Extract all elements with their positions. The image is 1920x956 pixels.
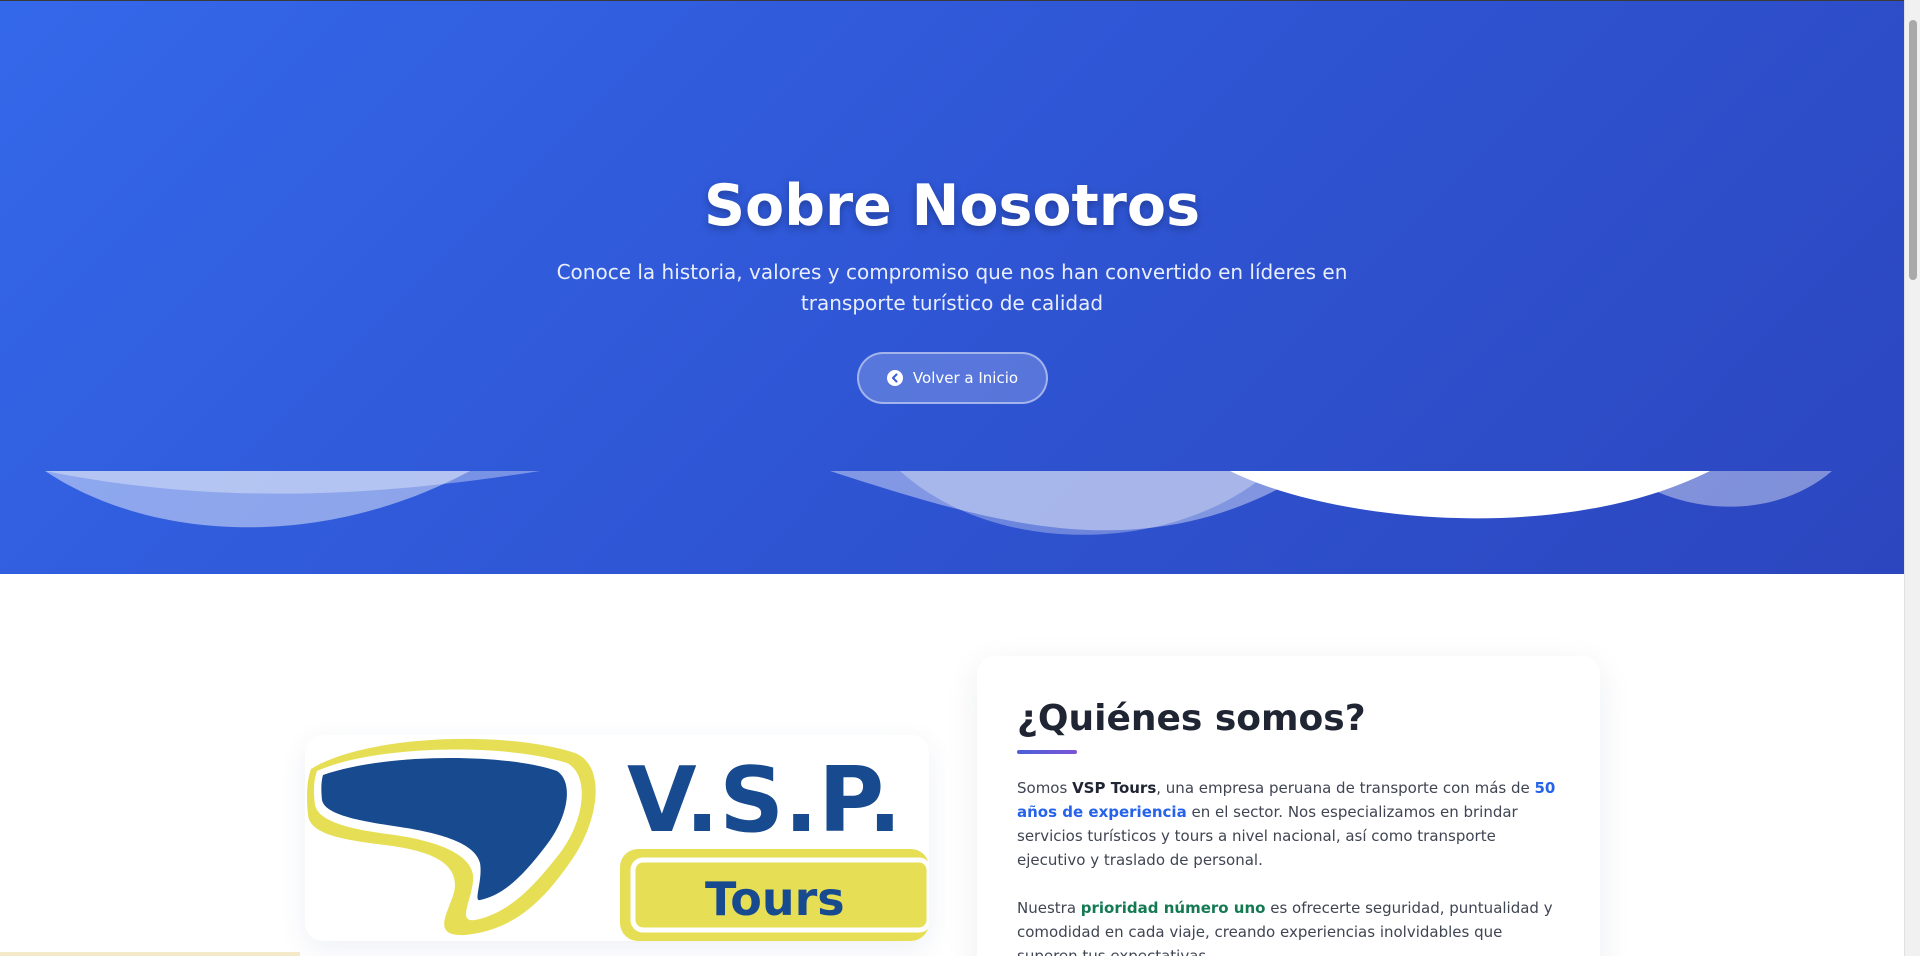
- company-logo: V.S.P. Tours: [305, 735, 929, 941]
- back-home-button[interactable]: Volver a Inicio: [857, 352, 1048, 404]
- hero-subtitle: Conoce la historia, valores y compromiso…: [556, 260, 1348, 315]
- vertical-scrollbar[interactable]: [1904, 0, 1920, 956]
- about-paragraph-2: Nuestra prioridad número uno es ofrecert…: [1017, 899, 1553, 956]
- brand-name: VSP Tours: [1072, 779, 1157, 797]
- page: Sobre Nosotros Conoce la historia, valor…: [0, 0, 1904, 956]
- page-title: Sobre Nosotros: [703, 173, 1201, 239]
- priority-highlight: prioridad número uno: [1080, 899, 1266, 917]
- bottom-strip: [0, 952, 300, 956]
- about-paragraph-1: Somos VSP Tours, una empresa peruana de …: [1017, 779, 1556, 869]
- scrollbar-thumb[interactable]: [1909, 20, 1917, 280]
- decorative-waves: [45, 471, 1832, 535]
- logo-text-main: V.S.P.: [627, 748, 902, 853]
- hero-section: Sobre Nosotros Conoce la historia, valor…: [0, 0, 1904, 574]
- back-home-label: Volver a Inicio: [912, 369, 1019, 387]
- chevron-left-circle-icon: [886, 370, 903, 386]
- logo-text-sub: Tours: [705, 872, 845, 926]
- about-card: ¿Quiénes somos? Somos VSP Tours, una emp…: [977, 656, 1600, 956]
- title-underline: [1017, 750, 1077, 754]
- about-title: ¿Quiénes somos?: [1017, 698, 1366, 739]
